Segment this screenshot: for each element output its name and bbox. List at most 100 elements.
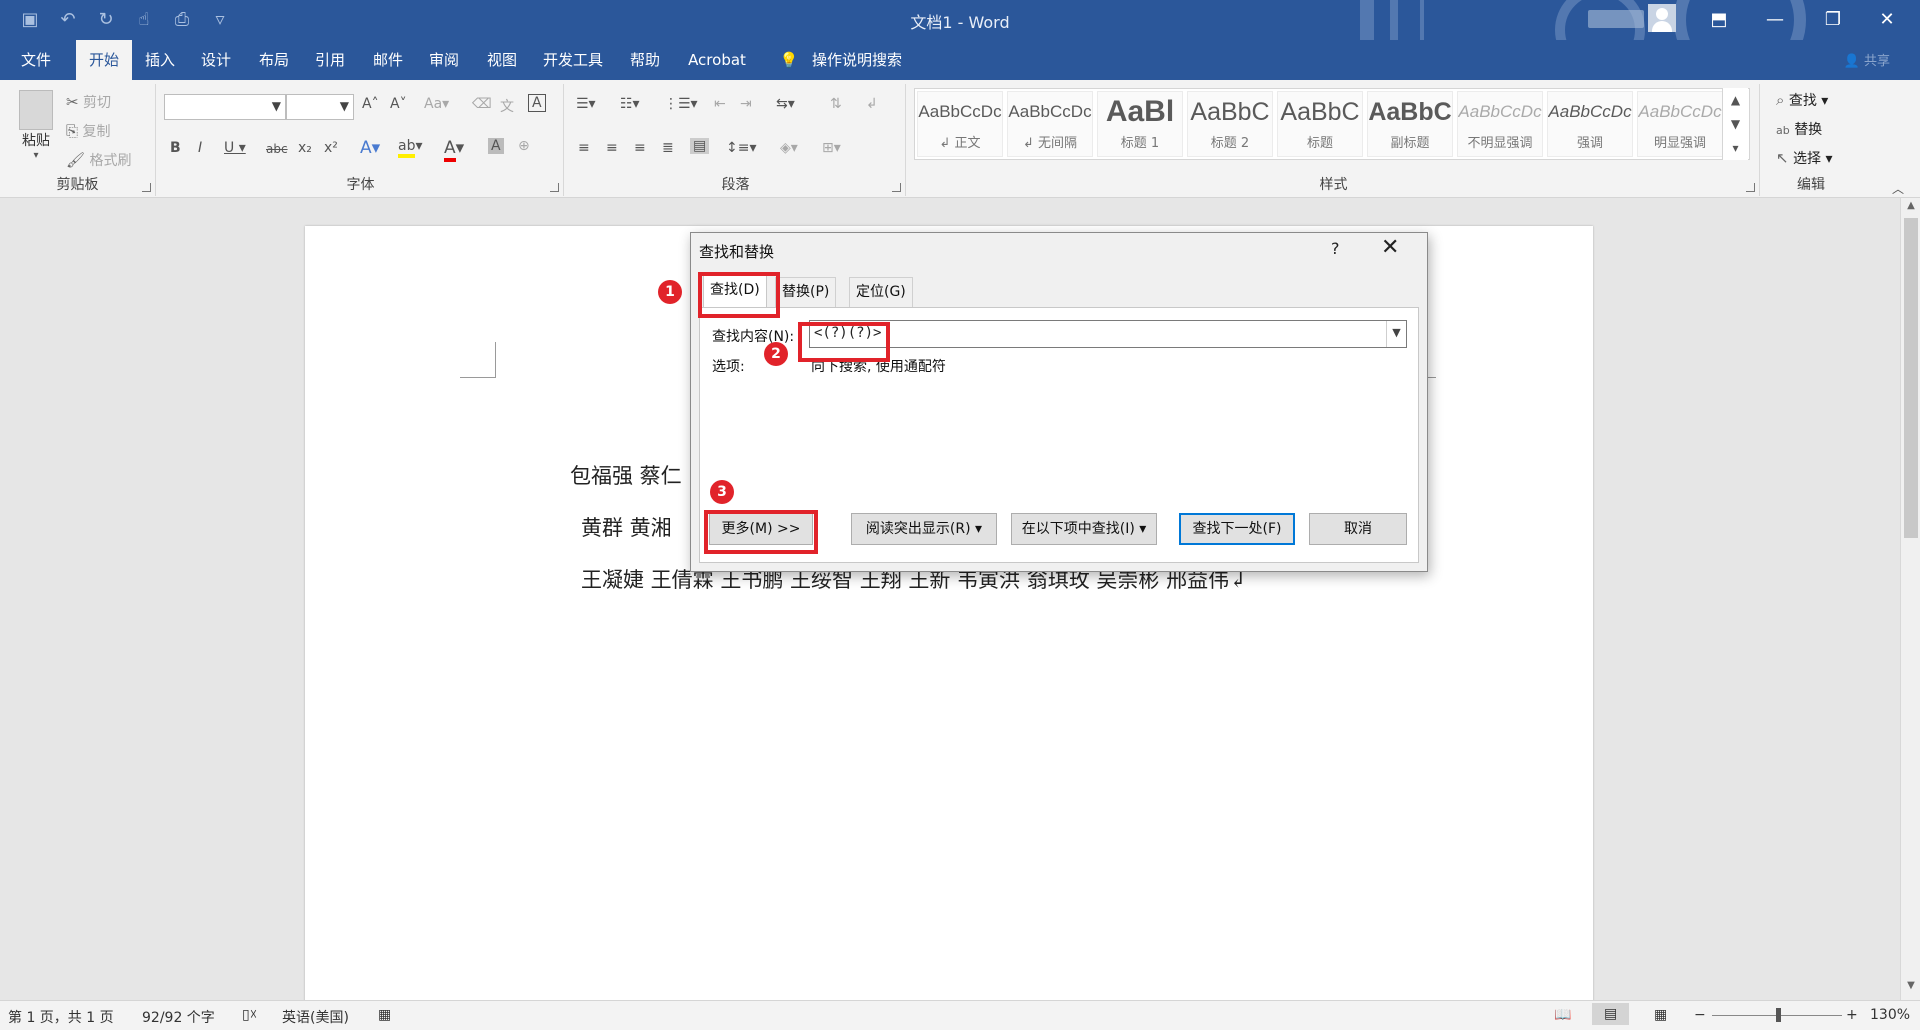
style-intense-emphasis[interactable]: AaBbCcDc 明显强调 [1637,91,1723,157]
underline-icon[interactable]: U ▾ [224,140,246,156]
word-count[interactable]: 92/92 个字 [142,1007,215,1027]
collapse-ribbon-icon[interactable]: ︿ [1892,180,1904,197]
grow-font-icon[interactable]: A˄ [362,96,379,112]
ribbon-display-icon[interactable]: ⬒ [1696,0,1742,40]
style-subtitle[interactable]: AaBbC 副标题 [1367,91,1453,157]
find-next-button[interactable]: 查找下一处(F) [1179,513,1295,545]
tab-view[interactable]: 视图 [478,40,526,80]
tab-references[interactable]: 引用 [306,40,354,80]
strikethrough-icon[interactable]: abc [266,142,288,156]
tab-insert[interactable]: 插入 [136,40,184,80]
replace-button[interactable]: ab 替换 [1776,119,1822,139]
justify-icon[interactable]: ≣ [662,140,674,156]
tab-review[interactable]: 审阅 [420,40,468,80]
tab-replace[interactable]: 替换(P) [775,277,837,307]
chevron-down-icon[interactable]: ▼ [1723,112,1748,136]
increase-indent-icon[interactable]: ⇥ [740,96,752,112]
scroll-down-icon[interactable]: ▼ [1901,980,1920,998]
share-button[interactable]: 👤 共享 [1844,50,1890,69]
document-line-1[interactable]: 包福强 蔡仁 [570,460,682,490]
font-size-combo[interactable]: ▼ [286,94,354,120]
tab-acrobat[interactable]: Acrobat [682,40,752,80]
show-marks-icon[interactable]: ↲ [866,96,878,112]
account-name[interactable] [1588,10,1644,28]
numbering-icon[interactable]: ☷▾ [620,96,640,112]
character-border-icon[interactable]: A [528,94,546,112]
style-normal[interactable]: AaBbCcDc ↲ 正文 [917,91,1003,157]
scroll-thumb[interactable] [1904,218,1918,538]
style-subtle-emphasis[interactable]: AaBbCcDc 不明显强调 [1457,91,1543,157]
superscript-icon[interactable]: x² [324,140,338,156]
font-color-icon[interactable]: A▾ [444,138,464,162]
align-left-icon[interactable]: ≡ [578,140,590,156]
document-line-2[interactable]: 黄群 黄湘 [581,512,672,542]
style-heading-1[interactable]: AaBl 标题 1 [1097,91,1183,157]
tab-file[interactable]: 文件 [10,40,62,80]
paste-button[interactable]: 粘贴 ▾ [14,90,58,161]
proofing-icon[interactable]: ▯☓ [242,1007,257,1023]
vertical-scrollbar[interactable]: ▲ ▼ [1900,198,1920,1000]
page-count[interactable]: 第 1 页，共 1 页 [8,1007,114,1027]
text-effects-icon[interactable]: A▾ [360,138,380,158]
web-layout-icon[interactable]: ▦ [1654,1007,1667,1023]
copy-button[interactable]: ⎘ 复制 [66,121,110,141]
line-spacing-icon[interactable]: ↕≡▾ [726,140,757,156]
print-layout-icon[interactable]: ▤ [1592,1003,1630,1025]
zoom-in-button[interactable]: + [1846,1007,1858,1023]
zoom-slider-thumb[interactable] [1776,1008,1781,1022]
cut-button[interactable]: ✂ 剪切 [66,92,111,112]
clipboard-launcher-icon[interactable] [142,183,151,192]
help-button[interactable]: ? [1331,239,1340,258]
close-icon[interactable]: ✕ [1381,235,1399,260]
sort-icon[interactable]: ⇅ [830,96,842,112]
find-button[interactable]: ⌕ 查找 ▾ [1776,90,1828,110]
style-title[interactable]: AaBbC 标题 [1277,91,1363,157]
decrease-indent-icon[interactable]: ⇤ [714,96,726,112]
restore-icon[interactable]: ❐ [1810,0,1856,40]
text-direction-icon[interactable]: ⇆▾ [776,96,795,112]
style-emphasis[interactable]: AaBbCcDc 强调 [1547,91,1633,157]
subscript-icon[interactable]: x₂ [298,140,312,156]
find-in-button[interactable]: 在以下项中查找(I) ▾ [1011,513,1157,545]
tab-home[interactable]: 开始 [76,40,132,80]
gallery-more-icon[interactable]: ▾ [1723,136,1748,160]
minimize-icon[interactable]: — [1752,0,1798,40]
multilevel-list-icon[interactable]: ⋮☰▾ [664,96,698,112]
tab-layout[interactable]: 布局 [250,40,298,80]
avatar[interactable] [1648,4,1676,32]
character-shading-icon[interactable]: A [488,138,504,154]
chevron-down-icon[interactable]: ▼ [1386,321,1406,347]
style-heading-2[interactable]: AaBbC 标题 2 [1187,91,1273,157]
tab-design[interactable]: 设计 [192,40,240,80]
font-launcher-icon[interactable] [550,183,559,192]
reading-highlight-button[interactable]: 阅读突出显示(R) ▾ [851,513,997,545]
italic-icon[interactable]: I [198,140,202,156]
zoom-level[interactable]: 130% [1870,1007,1910,1023]
tab-mailings[interactable]: 邮件 [364,40,412,80]
format-painter-button[interactable]: 🖌 格式刷 [66,150,132,170]
chevron-up-icon[interactable]: ▲ [1723,88,1748,112]
bullets-icon[interactable]: ☰▾ [576,96,596,112]
paragraph-launcher-icon[interactable] [892,183,901,192]
tab-developer[interactable]: 开发工具 [536,40,610,80]
language[interactable]: 英语(美国) [282,1007,349,1027]
tab-help[interactable]: 帮助 [620,40,670,80]
macro-icon[interactable]: ▦ [378,1007,391,1023]
tell-me-search[interactable]: 操作说明搜索 [806,40,908,80]
clear-formatting-icon[interactable]: ⌫ [472,96,492,112]
shading-icon[interactable]: ◈▾ [780,140,798,156]
styles-launcher-icon[interactable] [1746,183,1755,192]
select-button[interactable]: ↖ 选择 ▾ [1776,148,1833,168]
close-icon[interactable]: ✕ [1864,0,1910,40]
cancel-button[interactable]: 取消 [1309,513,1407,545]
find-what-input[interactable]: <(?)(?)> ▼ [809,320,1407,348]
align-right-icon[interactable]: ≡ [634,140,646,156]
borders-icon[interactable]: ⊞▾ [822,140,841,156]
enclose-characters-icon[interactable]: ⊕ [518,138,530,154]
zoom-out-button[interactable]: − [1694,1007,1706,1023]
scroll-up-icon[interactable]: ▲ [1901,200,1920,218]
lightbulb-icon[interactable]: 💡 [774,40,804,80]
shrink-font-icon[interactable]: A˅ [390,96,407,112]
align-center-icon[interactable]: ≡ [606,140,618,156]
phonetic-guide-icon[interactable]: 文 [500,96,514,116]
